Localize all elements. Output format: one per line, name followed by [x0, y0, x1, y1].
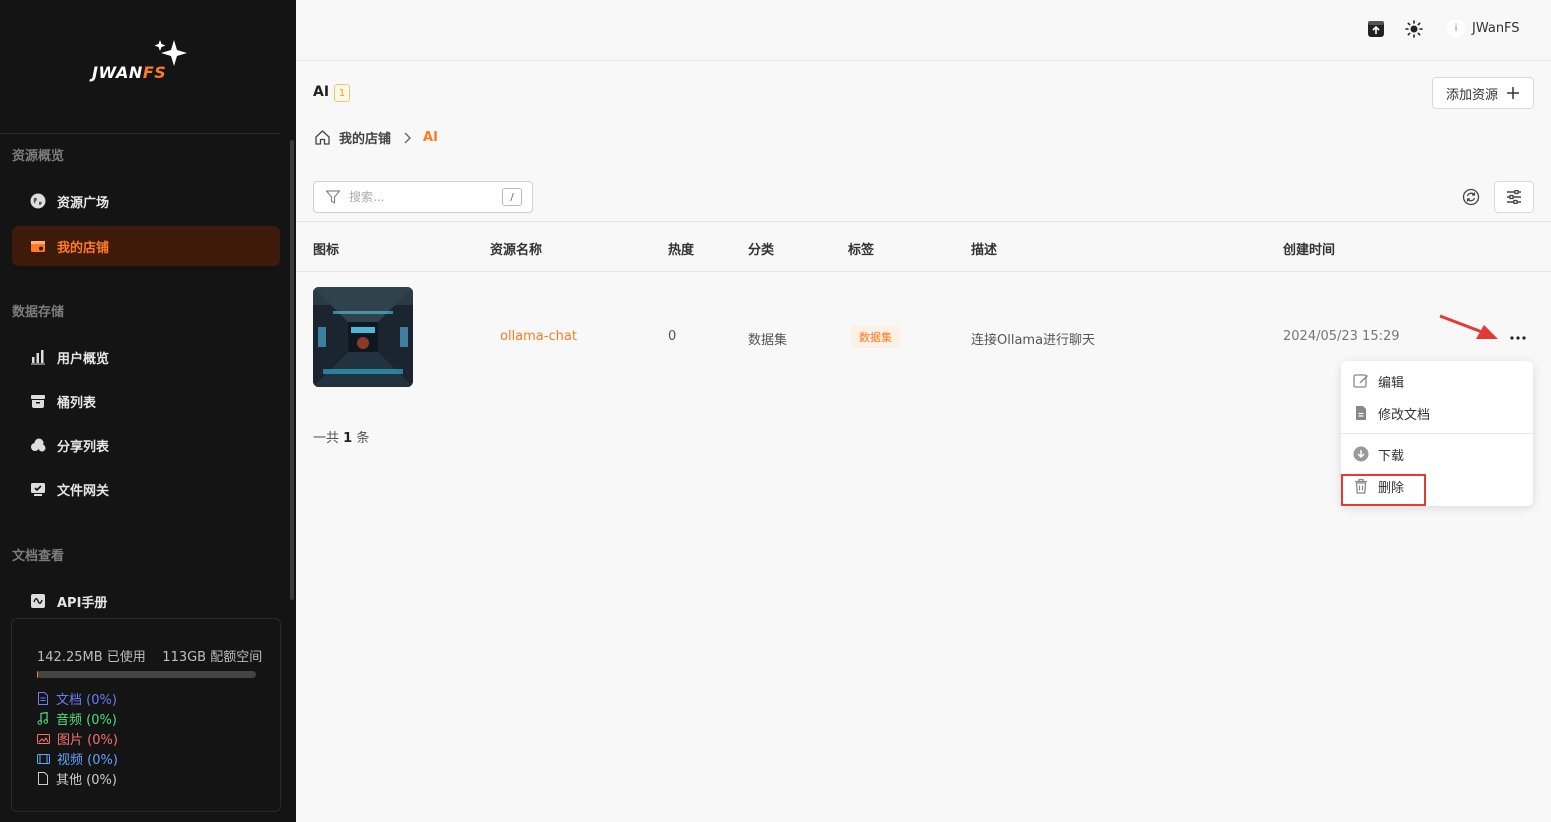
resource-category: 数据集 [748, 333, 788, 348]
sidebar-item-label: 资源广场 [57, 195, 110, 211]
bar-chart-icon [29, 348, 47, 366]
document-icon [38, 692, 48, 705]
annotation-highlight-box [1341, 474, 1426, 506]
breadcrumb-current: AI [423, 130, 438, 145]
sidebar-item-file-gateway[interactable]: 文件网关 [12, 469, 280, 509]
store-icon [29, 237, 47, 255]
sidebar-item-label: API手册 [57, 595, 108, 611]
download-icon [1353, 446, 1369, 462]
resource-thumbnail[interactable] [313, 287, 413, 387]
menu-item-download[interactable]: 下载 [1353, 442, 1404, 466]
cloud-icon [29, 436, 47, 454]
add-resource-label: 添加资源 [1445, 87, 1498, 103]
column-header-tags[interactable]: 标签 [848, 239, 874, 258]
globe-icon [29, 192, 47, 210]
file-icon [38, 772, 48, 785]
column-header-name[interactable]: 资源名称 [490, 239, 542, 258]
api-icon [29, 592, 47, 610]
column-settings-button[interactable] [1494, 181, 1534, 213]
filter-icon [325, 190, 341, 204]
search-input[interactable] [347, 189, 491, 205]
document-icon [1356, 406, 1366, 420]
total-count: 一共 1 条 [313, 431, 370, 446]
home-icon[interactable] [314, 129, 331, 146]
menu-item-edit[interactable]: 编辑 [1353, 369, 1404, 393]
edit-icon [1353, 374, 1368, 388]
menu-divider [1341, 433, 1533, 434]
sidebar-item-bucket-list[interactable]: 桶列表 [12, 381, 280, 421]
column-header-description[interactable]: 描述 [971, 239, 997, 258]
sidebar-item-label: 文件网关 [57, 483, 110, 499]
more-options-icon[interactable] [1509, 335, 1527, 341]
storage-used: 142.25MB 已使用 [37, 650, 146, 665]
sidebar-item-label: 我的店铺 [57, 240, 110, 256]
sidebar-item-label: 桶列表 [57, 395, 97, 411]
resource-tag: 数据集 [851, 326, 900, 348]
resource-description: 连接Ollama进行聊天 [971, 333, 1096, 348]
logo-text: JWANFS [92, 63, 167, 82]
storage-category-document: 文档 (0%) [37, 689, 117, 708]
storage-quota: 113GB 配额空间 [162, 650, 263, 665]
column-header-category[interactable]: 分类 [748, 239, 774, 258]
sidebar-divider [0, 133, 281, 134]
resource-name-link[interactable]: ollama-chat [500, 329, 577, 344]
storage-panel: 142.25MB 已使用 113GB 配额空间 文档 (0%) 音频 (0%) … [11, 618, 281, 812]
gateway-icon [29, 480, 47, 498]
breadcrumb-home[interactable]: 我的店铺 [339, 128, 391, 147]
group-title-docs: 文档查看 [12, 549, 65, 564]
resource-heat: 0 [668, 329, 677, 344]
music-icon [37, 712, 49, 725]
storage-category-video: 视频 (0%) [37, 749, 118, 768]
storage-usage: 142.25MB 已使用 113GB 配额空间 [37, 646, 262, 665]
sidebar-item-api-manual[interactable]: API手册 [12, 581, 280, 621]
add-resource-button[interactable]: 添加资源 [1432, 77, 1534, 109]
sidebar-item-user-overview[interactable]: 用户概览 [12, 337, 280, 377]
logo[interactable]: JWANFS [88, 36, 212, 98]
column-header-created[interactable]: 创建时间 [1283, 239, 1335, 258]
group-title-overview: 资源概览 [12, 149, 65, 164]
user-name[interactable]: JWanFS [1472, 21, 1520, 36]
bucket-icon [29, 392, 47, 410]
storage-category-other: 其他 (0%) [37, 769, 117, 788]
chevron-right-icon [404, 132, 412, 143]
upload-icon[interactable] [1367, 20, 1385, 38]
sidebar: JWANFS 资源概览 资源广场 我的店铺 数据存储 用户概览 桶列表 分享列表 [0, 0, 296, 822]
top-bar [296, 0, 1551, 61]
group-title-storage: 数据存储 [12, 305, 65, 320]
sidebar-item-my-store[interactable]: 我的店铺 [12, 226, 280, 266]
breadcrumb: 我的店铺 AI [314, 128, 438, 147]
avatar[interactable]: i [1447, 19, 1465, 37]
storage-progress-bar [37, 671, 256, 678]
resource-created-time: 2024/05/23 15:29 [1283, 329, 1400, 344]
storage-category-audio: 音频 (0%) [37, 709, 117, 728]
sidebar-item-share-list[interactable]: 分享列表 [12, 425, 280, 465]
annotation-arrow [1439, 314, 1498, 339]
search-shortcut-key: / [502, 188, 522, 206]
sliders-icon [1507, 190, 1521, 204]
column-header-icon[interactable]: 图标 [313, 239, 339, 258]
image-icon [37, 733, 50, 744]
sidebar-scrollbar[interactable] [290, 140, 294, 600]
page-title: AI [313, 84, 330, 100]
sidebar-item-label: 用户概览 [57, 351, 110, 367]
video-icon [37, 753, 50, 764]
menu-item-edit-doc[interactable]: 修改文档 [1353, 401, 1430, 425]
sidebar-item-resource-square[interactable]: 资源广场 [12, 181, 280, 221]
plus-icon [1507, 87, 1519, 99]
storage-category-image: 图片 (0%) [37, 729, 118, 748]
theme-toggle-icon[interactable] [1405, 20, 1423, 38]
column-header-heat[interactable]: 热度 [668, 239, 694, 258]
sidebar-item-label: 分享列表 [57, 439, 110, 455]
search-box: / [313, 181, 533, 213]
count-badge: 1 [334, 84, 350, 102]
refresh-icon[interactable] [1462, 188, 1480, 206]
table-header: 图标 资源名称 热度 分类 标签 描述 创建时间 [296, 221, 1551, 272]
